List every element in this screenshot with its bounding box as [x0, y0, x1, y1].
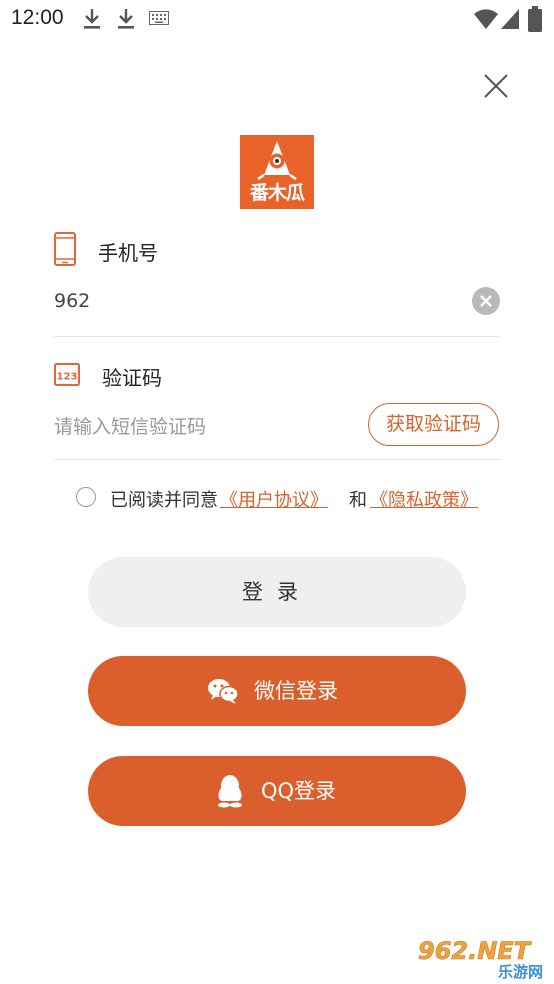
wechat-icon [208, 679, 239, 704]
wechat-login-label: 微信登录 [254, 679, 338, 703]
code-input[interactable]: 请输入短信验证码 [54, 412, 206, 439]
code-field-label: 验证码 [102, 366, 162, 390]
get-code-button[interactable]: 获取验证码 [368, 403, 499, 446]
logo-text: 番木瓜 [249, 182, 305, 204]
privacy-policy-link[interactable]: 《隐私政策》 [370, 486, 478, 512]
qq-login-button[interactable]: QQ登录 [88, 756, 466, 826]
watermark-text: 962.NET [418, 937, 532, 965]
clear-icon [480, 295, 492, 307]
clear-phone-button[interactable] [472, 287, 500, 315]
phone-field-label: 手机号 [98, 241, 158, 265]
svg-text:123: 123 [57, 372, 78, 383]
numeric-code-icon: 123 [54, 363, 80, 386]
code-divider [54, 459, 500, 460]
phone-divider [54, 336, 500, 337]
wifi-icon [474, 9, 498, 29]
agreement-radio[interactable] [76, 487, 96, 507]
login-button[interactable]: 登录 [88, 557, 466, 627]
signal-icon [501, 9, 519, 29]
status-time: 12:00 [11, 6, 64, 29]
close-button[interactable] [482, 72, 510, 100]
agreement-conjunction: 和 [349, 490, 367, 511]
user-agreement-link[interactable]: 《用户协议》 [220, 486, 328, 512]
phone-input[interactable]: 962 [54, 290, 90, 312]
phone-icon [54, 232, 76, 266]
status-bar: 12:00 [0, 0, 554, 38]
qq-icon [218, 775, 242, 808]
close-icon [484, 74, 508, 98]
app-logo: 番木瓜 [240, 135, 314, 209]
agreement-prefix: 已阅读并同意 [110, 490, 218, 511]
watermark-subtext: 乐游网 [498, 963, 543, 981]
qq-login-label: QQ登录 [261, 779, 337, 803]
download-icon [118, 9, 134, 29]
site-watermark: 962.NET 乐游网 [418, 937, 543, 981]
battery-icon [528, 6, 542, 32]
download-icon [84, 9, 100, 29]
keyboard-icon [149, 11, 169, 25]
wechat-login-button[interactable]: 微信登录 [88, 656, 466, 726]
